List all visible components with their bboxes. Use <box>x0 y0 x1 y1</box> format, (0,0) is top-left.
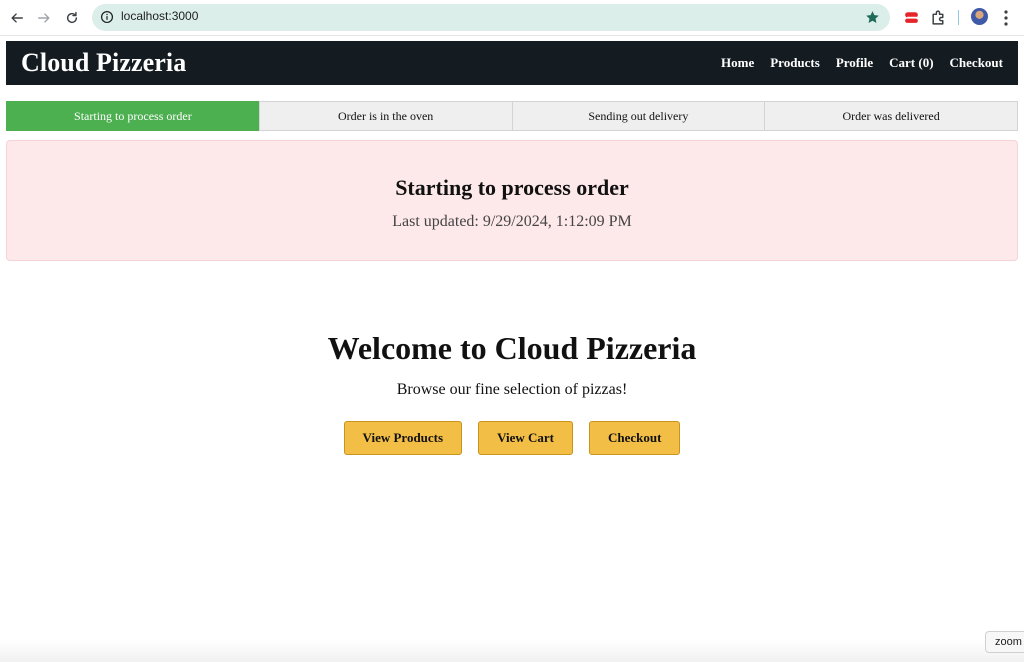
order-status-panel: Starting to process order Last updated: … <box>6 140 1018 261</box>
url-text[interactable]: localhost:3000 <box>121 9 198 23</box>
progress-step-oven: Order is in the oven <box>258 101 513 131</box>
progress-step-delivered: Order was delivered <box>764 101 1018 131</box>
view-cart-button[interactable]: View Cart <box>478 421 573 455</box>
welcome-subtitle: Browse our fine selection of pizzas! <box>396 381 628 398</box>
progress-step-processing: Starting to process order <box>6 101 260 131</box>
reload-icon[interactable] <box>61 7 83 29</box>
address-bar[interactable]: localhost:3000 <box>92 4 890 31</box>
order-last-updated: Last updated: 9/29/2024, 1:12:09 PM <box>392 213 632 230</box>
nav-home[interactable]: Home <box>721 55 754 71</box>
toolbar-divider <box>958 10 959 25</box>
zoom-chip[interactable]: zoom <box>985 631 1024 653</box>
progress-step-delivery: Sending out delivery <box>511 101 766 131</box>
menu-kebab-icon[interactable] <box>998 8 1014 28</box>
browser-toolbar: localhost:3000 <box>0 0 1024 36</box>
order-status-title: Starting to process order <box>395 175 629 200</box>
nav-cart[interactable]: Cart (0) <box>889 55 933 71</box>
site-info-icon[interactable] <box>100 10 114 24</box>
bottom-fade <box>0 640 1024 662</box>
nav-profile[interactable]: Profile <box>836 55 873 71</box>
profile-avatar[interactable] <box>971 8 988 25</box>
checkout-button[interactable]: Checkout <box>589 421 681 455</box>
cta-row: View Products View Cart Checkout <box>0 421 1024 455</box>
back-arrow-icon[interactable] <box>6 7 28 29</box>
puzzle-icon[interactable] <box>930 9 947 26</box>
order-progress: Starting to process order Order is in th… <box>6 101 1018 131</box>
nav-checkout[interactable]: Checkout <box>950 55 1003 71</box>
extension-icon[interactable] <box>903 9 920 26</box>
welcome-hero: Welcome to Cloud Pizzeria Browse our fin… <box>0 330 1024 455</box>
nav-products[interactable]: Products <box>770 55 820 71</box>
brand-logo[interactable]: Cloud Pizzeria <box>21 48 186 78</box>
main-nav: Home Products Profile Cart (0) Checkout <box>705 55 1003 71</box>
bookmark-star-icon[interactable] <box>865 10 880 25</box>
site-header: Cloud Pizzeria Home Products Profile Car… <box>6 41 1018 85</box>
forward-arrow-icon[interactable] <box>33 7 55 29</box>
view-products-button[interactable]: View Products <box>343 421 463 455</box>
welcome-title: Welcome to Cloud Pizzeria <box>327 330 697 366</box>
